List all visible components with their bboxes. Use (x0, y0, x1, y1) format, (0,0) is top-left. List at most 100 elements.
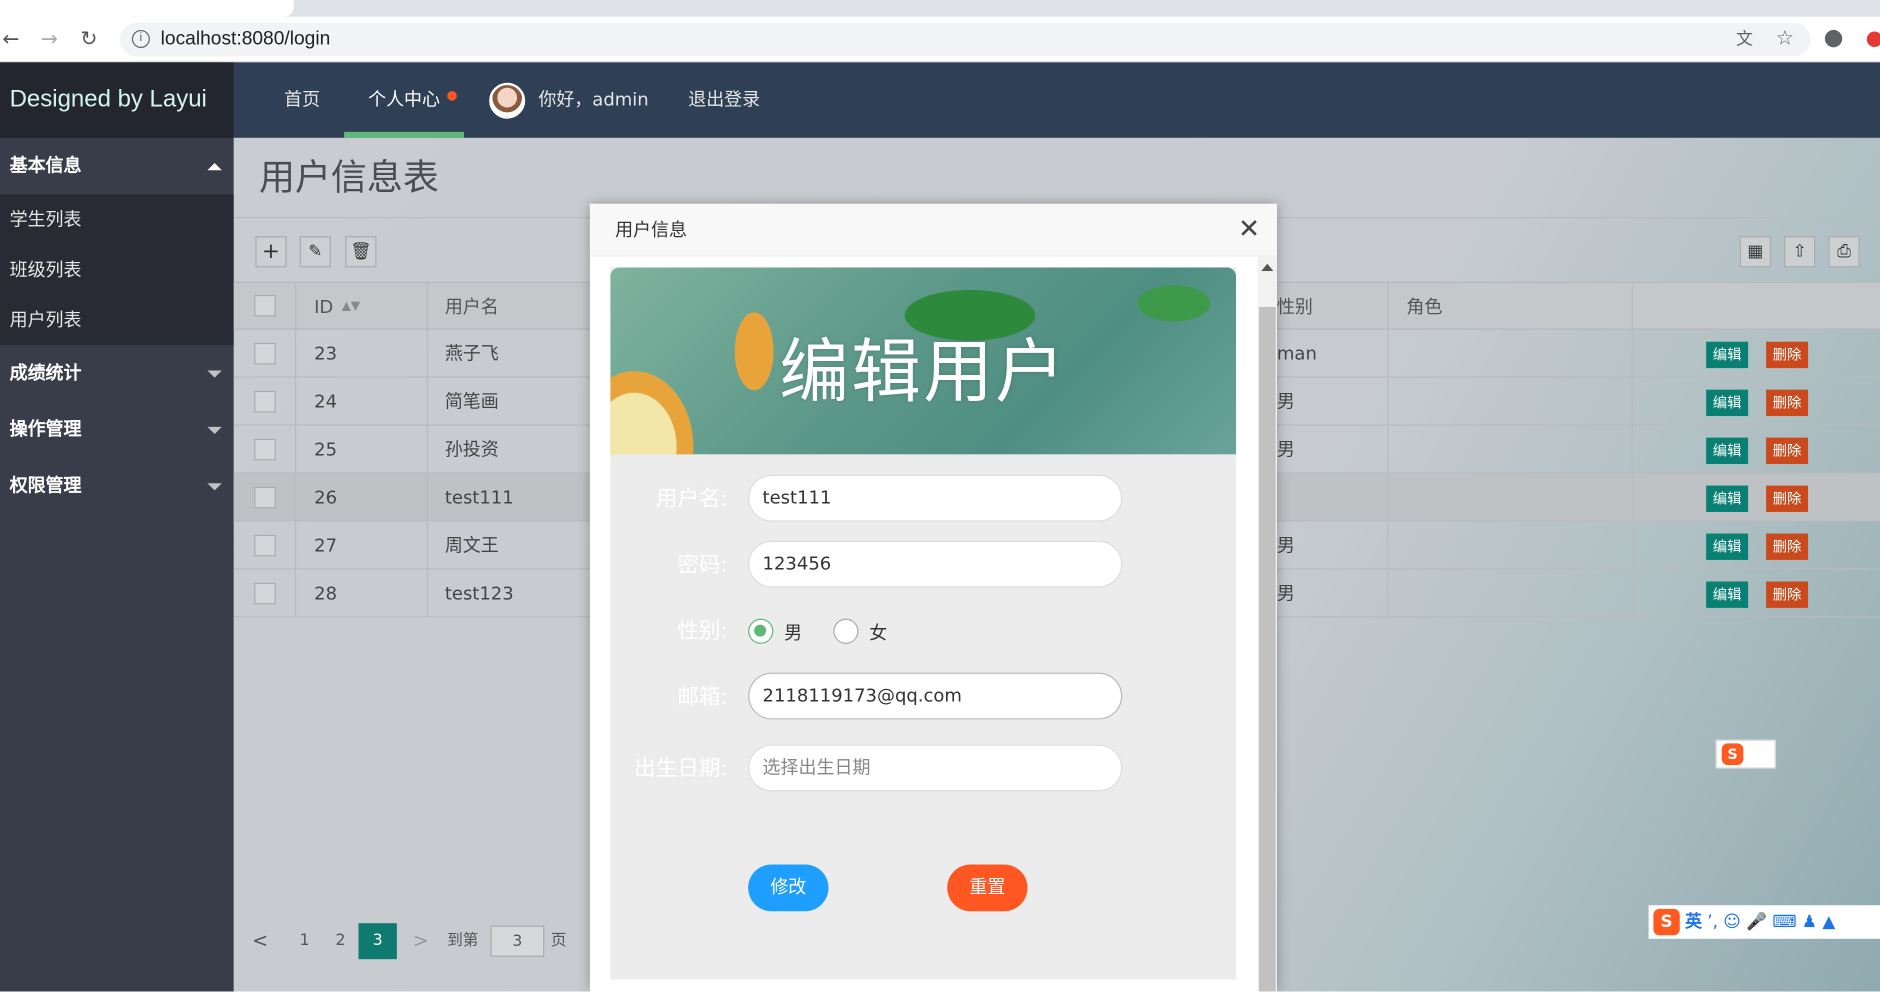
edit-button[interactable]: 编辑 (1706, 341, 1749, 369)
gender-male-radio[interactable] (748, 618, 774, 644)
microphone-icon[interactable]: 🎤 (1746, 912, 1767, 931)
email-field[interactable]: 2118119173@qq.com (748, 672, 1123, 720)
skin-icon[interactable]: ▲ (1822, 912, 1835, 931)
ime-lang[interactable]: 英 (1685, 912, 1702, 931)
reset-button[interactable]: 重置 (947, 864, 1028, 912)
profile-icon[interactable]: ● (1824, 24, 1844, 50)
edit-button[interactable]: 编辑 (1706, 581, 1749, 608)
page-link[interactable]: 2 (332, 923, 349, 959)
cell-gender: 男 (1276, 390, 1295, 413)
column-divider (426, 521, 429, 570)
column-header-id[interactable]: ID (314, 283, 333, 331)
cell-username: 简笔画 (444, 390, 499, 413)
menu-group-basic-info[interactable]: 基本信息 (0, 138, 234, 194)
edit-button[interactable]: 编辑 (1706, 533, 1749, 560)
select-all-checkbox[interactable] (254, 294, 276, 317)
notification-dot (447, 91, 457, 101)
sidebar-item-classes[interactable]: 班级列表 (0, 245, 234, 295)
modify-button[interactable]: 修改 (748, 864, 829, 912)
gender-female-label[interactable]: 女 (869, 620, 887, 645)
column-divider (1387, 329, 1389, 378)
ime-toolbar[interactable]: S 英 ’, ☺ 🎤 ⌨ ♟ ▲ (1648, 905, 1880, 939)
column-divider (294, 521, 297, 570)
edit-button[interactable]: 编辑 (1706, 485, 1749, 512)
column-header-role[interactable]: 角色 (1406, 283, 1442, 331)
nav-personal-center[interactable]: 个人中心 (368, 62, 440, 138)
extension-icon[interactable]: ● (1866, 26, 1880, 50)
sogou-icon: S (1721, 743, 1744, 765)
goto-page-input[interactable]: 3 (490, 925, 545, 957)
page-link[interactable]: 1 (296, 923, 313, 959)
browser-toolbar: ← → ↻ i localhost:8080/login 文 ☆ ● ● (0, 16, 1880, 63)
column-divider (1387, 425, 1389, 474)
password-field[interactable]: 123456 (748, 540, 1123, 588)
chevron-right-icon[interactable]: > (411, 923, 430, 959)
edit-button[interactable]: 编辑 (1706, 389, 1749, 417)
export-icon[interactable]: ⇧ (1784, 236, 1816, 268)
keyboard-icon[interactable]: ⌨ (1772, 912, 1796, 931)
cell-gender: 男 (1276, 582, 1295, 605)
cell-id: 26 (314, 486, 338, 509)
delete-button[interactable]: 删除 (1766, 341, 1809, 369)
nav-logout[interactable]: 退出登录 (688, 62, 760, 138)
modal-body: 编辑用户 用户名: test111 密码: 123456 性别: 男 女 邮箱:… (610, 267, 1237, 980)
arrow-left-icon[interactable]: ← (2, 26, 19, 52)
columns-icon[interactable]: ▦ (1739, 236, 1771, 268)
row-checkbox[interactable] (254, 534, 276, 557)
avatar[interactable] (489, 82, 526, 119)
delete-button[interactable]: 删除 (1766, 581, 1809, 608)
birthdate-label: 出生日期: (634, 756, 728, 782)
add-button[interactable]: + (255, 236, 287, 268)
gender-female-radio[interactable] (833, 618, 859, 644)
ime-mini-toolbar[interactable]: S (1715, 739, 1776, 769)
pencil-icon[interactable]: ✎ (299, 236, 331, 268)
nav-home[interactable]: 首页 (284, 62, 320, 138)
delete-button[interactable]: 删除 (1766, 533, 1809, 560)
user-greeting[interactable]: 你好，admin (538, 62, 648, 138)
info-icon[interactable]: i (131, 29, 150, 48)
translate-icon[interactable]: 文 (1736, 26, 1753, 50)
punctuation-icon[interactable]: ’, (1707, 912, 1718, 931)
modal-scrollbar[interactable] (1257, 256, 1277, 992)
print-icon[interactable]: ⎙ (1828, 236, 1860, 268)
row-checkbox[interactable] (254, 582, 276, 605)
browser-tab[interactable] (0, 0, 294, 17)
username-field[interactable]: test111 (748, 474, 1123, 522)
menu-group-permissions[interactable]: 权限管理 (0, 458, 234, 514)
cell-username: 周文王 (444, 534, 499, 557)
emoji-icon[interactable]: ☺ (1723, 912, 1741, 931)
delete-button[interactable]: 删除 (1766, 437, 1809, 465)
birthdate-field[interactable]: 选择出生日期 (748, 744, 1123, 792)
sidebar-item-users[interactable]: 用户列表 (0, 295, 234, 345)
row-checkbox[interactable] (254, 486, 276, 509)
sidebar-item-students[interactable]: 学生列表 (0, 194, 234, 244)
sort-icon[interactable]: ▲▼ (342, 283, 360, 331)
page-link-current[interactable]: 3 (358, 923, 397, 960)
reload-icon[interactable]: ↻ (80, 26, 97, 52)
gender-male-label[interactable]: 男 (784, 620, 802, 645)
trash-icon[interactable]: 🗑 (345, 236, 377, 268)
column-divider (294, 473, 297, 522)
scroll-up-icon[interactable] (1261, 263, 1274, 271)
star-icon[interactable]: ☆ (1776, 26, 1794, 50)
column-divider (1631, 569, 1634, 618)
edit-button[interactable]: 编辑 (1706, 437, 1749, 465)
row-checkbox[interactable] (254, 342, 276, 365)
chevron-left-icon[interactable]: < (251, 923, 270, 959)
column-divider (1631, 425, 1634, 474)
arrow-right-icon[interactable]: → (41, 26, 58, 52)
delete-button[interactable]: 删除 (1766, 485, 1809, 512)
column-header-gender[interactable]: 性别 (1277, 283, 1313, 331)
column-header-username[interactable]: 用户名 (445, 283, 499, 331)
scrollbar-thumb[interactable] (1258, 306, 1276, 992)
menu-group-operations[interactable]: 操作管理 (0, 402, 234, 458)
row-checkbox[interactable] (254, 390, 276, 413)
address-bar[interactable]: i localhost:8080/login (119, 22, 1811, 57)
delete-button[interactable]: 删除 (1766, 389, 1809, 417)
row-checkbox[interactable] (254, 438, 276, 461)
user-icon[interactable]: ♟ (1802, 912, 1817, 931)
column-divider (1387, 569, 1389, 618)
column-divider (294, 425, 297, 474)
menu-group-grades[interactable]: 成绩统计 (0, 345, 234, 401)
close-icon[interactable]: ✕ (1238, 204, 1260, 257)
